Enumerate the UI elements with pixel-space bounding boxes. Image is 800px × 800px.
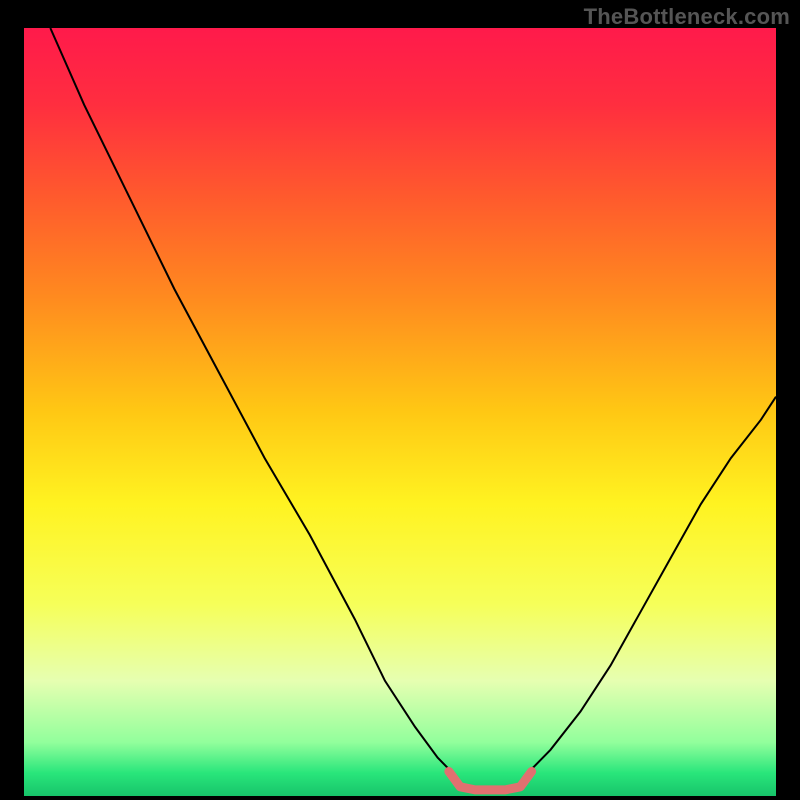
plot-area [24,28,776,796]
chart-svg [24,28,776,796]
chart-stage: TheBottleneck.com [0,0,800,800]
watermark-text: TheBottleneck.com [584,4,790,30]
gradient-background [24,28,776,796]
